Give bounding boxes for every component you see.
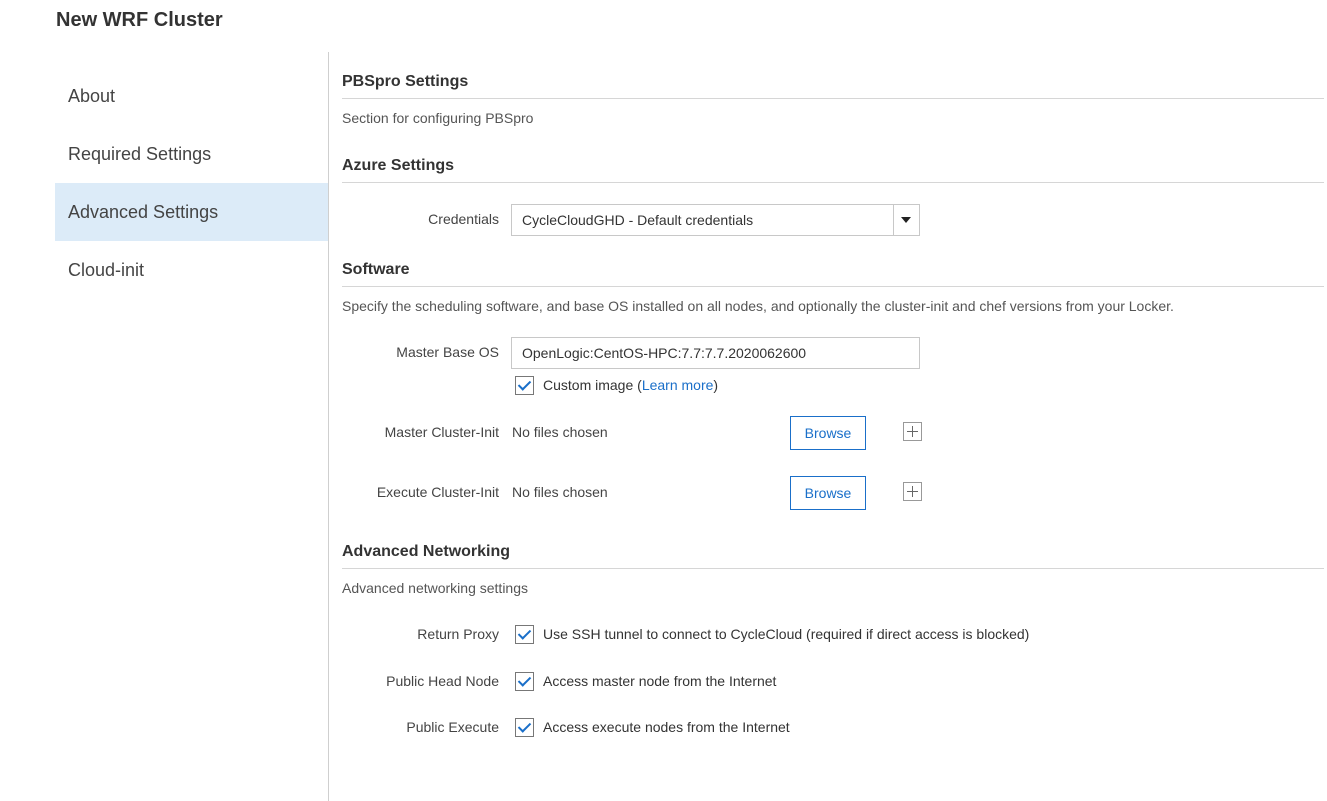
public-execute-text: Access execute nodes from the Internet <box>543 719 790 735</box>
section-divider <box>342 98 1324 99</box>
return-proxy-text: Use SSH tunnel to connect to CycleCloud … <box>543 626 1030 642</box>
master-base-os-label: Master Base OS <box>396 344 499 360</box>
master-cluster-init-label: Master Cluster-Init <box>384 424 499 440</box>
credentials-label: Credentials <box>428 211 499 227</box>
public-head-node-label: Public Head Node <box>386 673 499 689</box>
sidebar-item-cloud-init[interactable]: Cloud-init <box>55 241 328 299</box>
sidebar-item-required-settings[interactable]: Required Settings <box>55 125 328 183</box>
sidebar: About Required Settings Advanced Setting… <box>55 67 328 299</box>
master-cluster-init-value: No files chosen <box>512 424 608 440</box>
page-title: New WRF Cluster <box>56 9 223 31</box>
master-base-os-input[interactable]: OpenLogic:CentOS-HPC:7.7:7.7.2020062600 <box>511 337 920 369</box>
vertical-divider <box>328 52 329 801</box>
execute-cluster-init-browse-button[interactable]: Browse <box>790 476 866 510</box>
sidebar-item-advanced-settings[interactable]: Advanced Settings <box>55 183 328 241</box>
section-title-software: Software <box>342 261 410 278</box>
section-divider <box>342 182 1324 183</box>
section-description-software: Specify the scheduling software, and bas… <box>342 298 1174 314</box>
public-execute-checkbox[interactable] <box>515 718 534 737</box>
return-proxy-checkbox[interactable] <box>515 625 534 644</box>
public-execute-label: Public Execute <box>406 719 499 735</box>
custom-image-label: Custom image (Learn more) <box>543 377 719 393</box>
public-head-node-checkbox[interactable] <box>515 672 534 691</box>
section-title-azure: Azure Settings <box>342 157 455 174</box>
sidebar-item-about[interactable]: About <box>55 67 328 125</box>
section-description-pbspro: Section for configuring PBSpro <box>342 110 534 126</box>
credentials-selected-value: CycleCloudGHD - Default credentials <box>522 212 754 228</box>
section-description-networking: Advanced networking settings <box>342 580 528 596</box>
execute-cluster-init-add-icon[interactable] <box>903 482 922 501</box>
execute-cluster-init-value: No files chosen <box>512 484 608 500</box>
dropdown-arrow-icon[interactable] <box>893 205 919 235</box>
custom-image-checkbox[interactable] <box>515 376 534 395</box>
section-title-networking: Advanced Networking <box>342 543 511 560</box>
section-divider <box>342 568 1324 569</box>
section-title-pbspro: PBSpro Settings <box>342 73 469 90</box>
execute-cluster-init-label: Execute Cluster-Init <box>376 484 499 500</box>
credentials-select[interactable]: CycleCloudGHD - Default credentials <box>511 204 920 236</box>
section-divider <box>342 286 1324 287</box>
learn-more-link[interactable]: Learn more <box>642 377 714 393</box>
master-cluster-init-browse-button[interactable]: Browse <box>790 416 866 450</box>
public-head-node-text: Access master node from the Internet <box>543 673 777 689</box>
master-cluster-init-add-icon[interactable] <box>903 422 922 441</box>
return-proxy-label: Return Proxy <box>417 626 499 642</box>
